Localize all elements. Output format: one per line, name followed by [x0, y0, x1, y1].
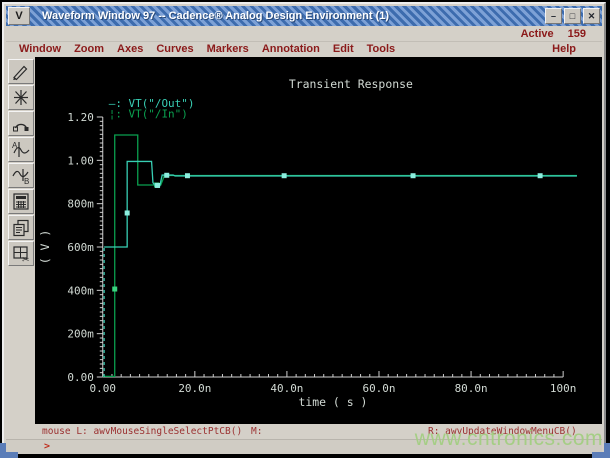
resize-corner-bottom-left[interactable]: [0, 443, 18, 458]
left-toolbar: A B ✂: [6, 57, 35, 424]
zoom-star-icon[interactable]: [7, 85, 34, 110]
close-button[interactable]: ✕: [583, 8, 600, 24]
watermark-text: www.cntronics.com: [414, 427, 603, 450]
svg-text:60.0n: 60.0n: [363, 382, 396, 395]
data-point-marker: [155, 182, 161, 188]
waveform-plot-area[interactable]: 0.00 20.0n 40.0n 60.0n 80.0n 100n 0.00 200m 400m…: [35, 57, 602, 424]
chart-title: Transient Response: [289, 77, 413, 91]
svg-text:20.0n: 20.0n: [178, 382, 211, 395]
menu-item-curves[interactable]: Curves: [156, 43, 193, 55]
svg-text:0.00: 0.00: [67, 371, 93, 384]
pen-icon[interactable]: [7, 59, 34, 84]
active-label: Active: [520, 27, 554, 40]
data-point-marker: [184, 173, 190, 179]
menu-bar: Window Zoom Axes Curves Markers Annotation Edi…: [6, 41, 602, 57]
data-point-marker: [164, 172, 170, 178]
data-point-marker: [281, 173, 287, 179]
title-bar[interactable]: V Waveform Window 97 -- Cadence® Analog …: [6, 6, 602, 26]
data-point-marker: [410, 173, 416, 179]
y-axis-label: ( V ): [38, 230, 52, 265]
svg-text:800m: 800m: [67, 198, 94, 211]
svg-text:B: B: [24, 177, 29, 185]
legend-entry: ¦: VT("/In"): [109, 107, 188, 120]
calculator-icon[interactable]: [7, 189, 34, 214]
menu-item-zoom[interactable]: Zoom: [74, 43, 104, 55]
status-mouse-left: mouse L: awvMouseSingleSelectPtCB(): [42, 426, 243, 437]
data-point-marker: [112, 286, 118, 292]
maximize-button[interactable]: □: [564, 8, 581, 24]
arc-probe-icon[interactable]: [7, 111, 34, 136]
status-mouse-middle: M:: [251, 426, 263, 437]
svg-text:1.00: 1.00: [67, 154, 93, 167]
active-status-row: Active 159: [6, 26, 602, 42]
svg-text:✂: ✂: [22, 255, 30, 264]
window-menu-icon[interactable]: V: [8, 7, 30, 25]
svg-text:1.20: 1.20: [67, 111, 93, 124]
data-point-marker: [124, 210, 130, 216]
menu-item-axes[interactable]: Axes: [117, 43, 143, 55]
menu-item-annotation[interactable]: Annotation: [262, 43, 320, 55]
split-cut-icon[interactable]: ✂: [7, 241, 34, 266]
waveform-window: V Waveform Window 97 -- Cadence® Analog …: [2, 2, 606, 454]
marker-b-icon[interactable]: B: [7, 163, 34, 188]
menu-item-edit[interactable]: Edit: [333, 43, 354, 55]
prompt-caret: >: [44, 441, 51, 452]
window-title: Waveform Window 97 -- Cadence® Analog De…: [42, 10, 390, 22]
svg-text:400m: 400m: [67, 284, 94, 297]
minimize-button[interactable]: –: [545, 8, 562, 24]
svg-text:600m: 600m: [67, 241, 94, 254]
data-point-marker: [537, 173, 543, 179]
svg-text:200m: 200m: [67, 328, 94, 341]
marker-a-icon[interactable]: A: [7, 137, 34, 162]
waveform-trace: [104, 160, 577, 248]
x-axis-label: time ( s ): [298, 395, 367, 409]
svg-text:80.0n: 80.0n: [455, 382, 488, 395]
waveform-trace: [102, 134, 577, 378]
menu-item-tools[interactable]: Tools: [367, 43, 396, 55]
svg-text:40.0n: 40.0n: [270, 382, 303, 395]
active-count: 159: [567, 27, 586, 40]
menu-item-help[interactable]: Help: [552, 43, 576, 55]
menu-item-window[interactable]: Window: [19, 43, 61, 55]
svg-text:100n: 100n: [550, 382, 576, 395]
copy-window-icon[interactable]: [7, 215, 34, 240]
menu-item-markers[interactable]: Markers: [207, 43, 249, 55]
